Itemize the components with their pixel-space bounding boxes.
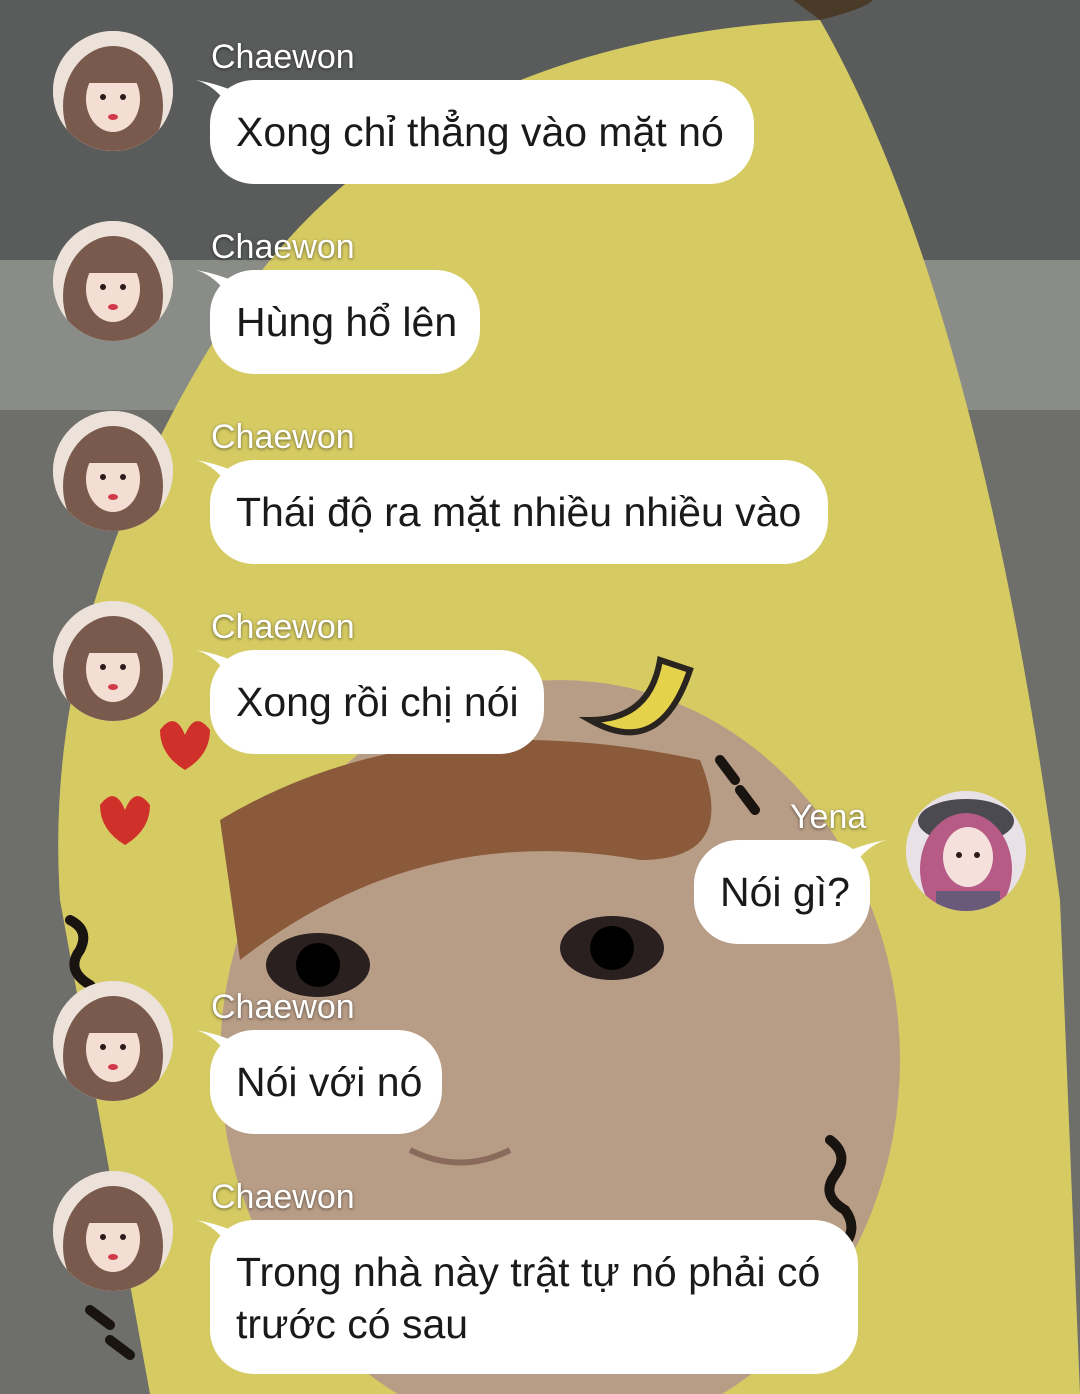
message-text: Trong nhà này trật tự nó phải có trước c… — [236, 1249, 821, 1347]
chaewon-avatar-image — [53, 31, 173, 151]
chaewon-avatar[interactable] — [53, 31, 173, 151]
message-text: Nói với nó — [236, 1059, 423, 1105]
message-bubble[interactable]: Nói với nó — [210, 1030, 442, 1134]
message-bubble[interactable]: Xong chỉ thẳng vào mặt nó — [210, 80, 754, 184]
chaewon-avatar[interactable] — [53, 221, 173, 341]
sender-name: Chaewon — [211, 38, 355, 76]
sender-name: Yena — [790, 798, 867, 836]
message-text: Hùng hổ lên — [236, 299, 458, 345]
chaewon-avatar[interactable] — [53, 411, 173, 531]
message-text: Xong chỉ thẳng vào mặt nó — [236, 109, 724, 155]
message-text: Nói gì? — [720, 869, 850, 915]
message-bubble[interactable]: Trong nhà này trật tự nó phải có trước c… — [210, 1220, 858, 1374]
chaewon-avatar[interactable] — [53, 981, 173, 1101]
chaewon-avatar-image — [53, 981, 173, 1101]
chaewon-avatar[interactable] — [53, 601, 173, 721]
chaewon-avatar-image — [53, 1171, 173, 1291]
chaewon-avatar-image — [53, 601, 173, 721]
message-bubble[interactable]: Nói gì? — [694, 840, 870, 944]
yena-avatar-image — [906, 791, 1026, 911]
sender-name: Chaewon — [211, 1178, 355, 1216]
message-text: Thái độ ra mặt nhiều nhiều vào — [236, 489, 802, 535]
sender-name: Chaewon — [211, 228, 355, 266]
chaewon-avatar-image — [53, 221, 173, 341]
message-bubble[interactable]: Xong rồi chị nói — [210, 650, 544, 754]
chat-message-list[interactable]: Chaewon Xong chỉ thẳng vào mặt nó Chaewo… — [0, 0, 1080, 1394]
message-bubble[interactable]: Thái độ ra mặt nhiều nhiều vào — [210, 460, 828, 564]
chaewon-avatar[interactable] — [53, 1171, 173, 1291]
message-bubble[interactable]: Hùng hổ lên — [210, 270, 480, 374]
message-text: Xong rồi chị nói — [236, 679, 519, 725]
sender-name: Chaewon — [211, 988, 355, 1026]
yena-avatar[interactable] — [906, 791, 1026, 911]
chaewon-avatar-image — [53, 411, 173, 531]
sender-name: Chaewon — [211, 418, 355, 456]
sender-name: Chaewon — [211, 608, 355, 646]
